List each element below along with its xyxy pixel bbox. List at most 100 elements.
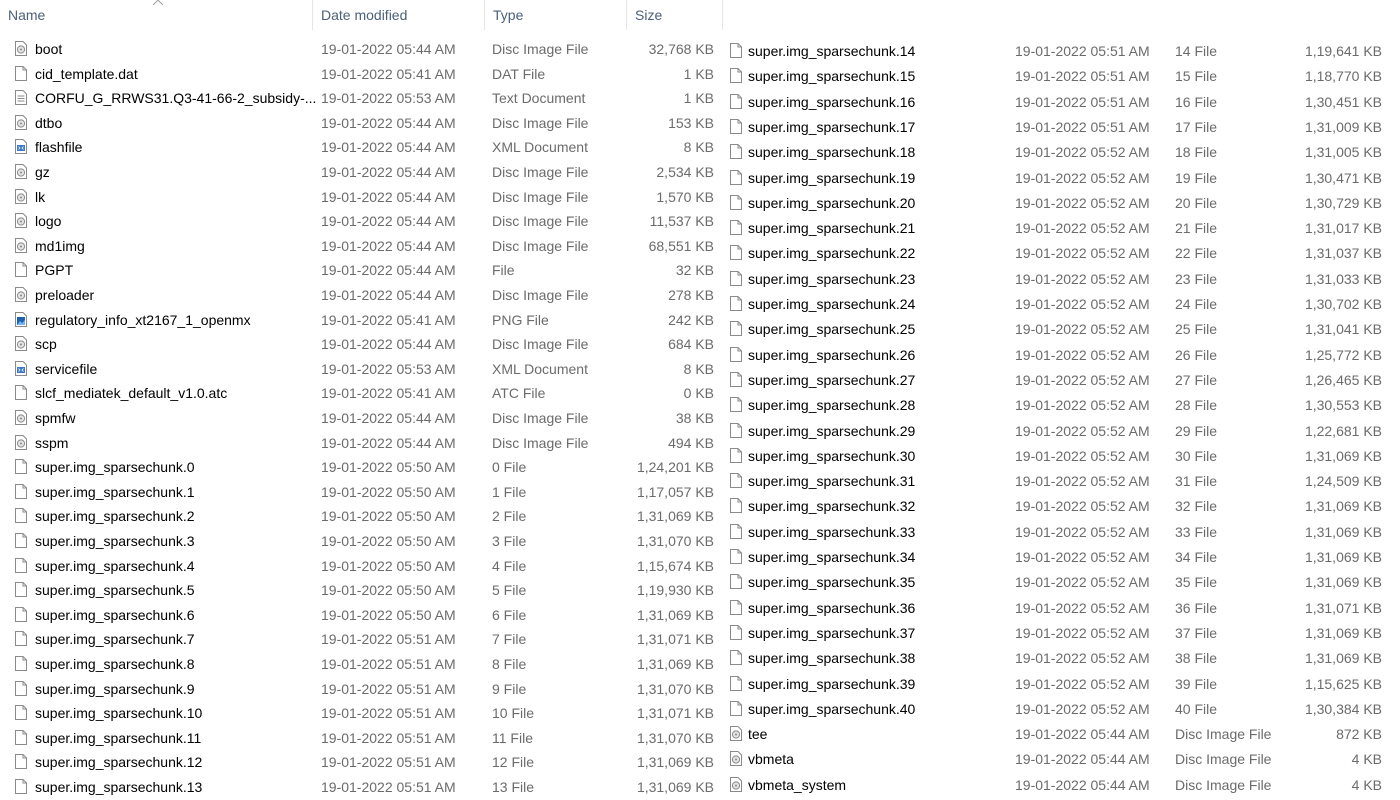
file-size: 1,31,069 KB: [1304, 650, 1382, 667]
file-name: vbmeta_system: [748, 776, 847, 793]
file-size: 1,31,069 KB: [636, 754, 714, 771]
file-row[interactable]: boot 19-01-2022 05:44 AM Disc Image File 32…: [0, 37, 720, 61]
file-row[interactable]: gz 19-01-2022 05:44 AM Disc Image File 2,53…: [0, 160, 720, 184]
file-name: super.img_sparsechunk.14: [748, 43, 916, 59]
file-row[interactable]: preloader 19-01-2022 05:44 AM Disc Image F…: [0, 283, 720, 307]
file-row[interactable]: super.img_sparsechunk.30 19-01-2022 05:52…: [720, 444, 1395, 468]
file-row[interactable]: super.img_sparsechunk.17 19-01-2022 05:51…: [720, 115, 1395, 139]
file-row[interactable]: super.img_sparsechunk.11 19-01-2022 05:51…: [0, 726, 720, 750]
blank-file-icon: [15, 754, 27, 770]
file-date-modified: 19-01-2022 05:52 AM: [1015, 144, 1150, 161]
file-row[interactable]: super.img_sparsechunk.15 19-01-2022 05:51…: [720, 64, 1395, 88]
file-row[interactable]: super.img_sparsechunk.1 19-01-2022 05:50 …: [0, 480, 720, 504]
column-header-date-modified[interactable]: Date modified: [313, 0, 485, 30]
file-date-modified: 19-01-2022 05:50 AM: [321, 533, 456, 549]
file-type: 12 File: [492, 754, 535, 771]
file-row[interactable]: slcf_mediatek_default_v1.0.atc 19-01-2022…: [0, 381, 720, 405]
file-row[interactable]: super.img_sparsechunk.28 19-01-2022 05:52…: [720, 393, 1395, 417]
file-date-modified: 19-01-2022 05:44 AM: [321, 213, 456, 230]
file-name: sspm: [35, 434, 69, 451]
file-row[interactable]: super.img_sparsechunk.8 19-01-2022 05:51 …: [0, 652, 720, 676]
file-row[interactable]: super.img_sparsechunk.36 19-01-2022 05:52…: [720, 596, 1395, 620]
file-type: 13 File: [492, 779, 535, 795]
file-row[interactable]: super.img_sparsechunk.18 19-01-2022 05:52…: [720, 140, 1395, 164]
file-row[interactable]: super.img_sparsechunk.7 19-01-2022 05:51 …: [0, 627, 720, 651]
file-row[interactable]: super.img_sparsechunk.39 19-01-2022 05:52…: [720, 672, 1395, 696]
file-type: 21 File: [1175, 220, 1218, 237]
file-row[interactable]: super.img_sparsechunk.10 19-01-2022 05:51…: [0, 701, 720, 725]
file-row[interactable]: cid_template.dat 19-01-2022 05:41 AM DAT F…: [0, 62, 720, 86]
file-row[interactable]: super.img_sparsechunk.14 19-01-2022 05:51…: [720, 39, 1395, 63]
column-header-type[interactable]: Type: [485, 0, 627, 30]
file-row[interactable]: super.img_sparsechunk.29 19-01-2022 05:52…: [720, 419, 1395, 443]
file-row[interactable]: flashfile 19-01-2022 05:44 AM XML Document…: [0, 135, 720, 159]
file-row[interactable]: super.img_sparsechunk.5 19-01-2022 05:50 …: [0, 578, 720, 602]
file-row[interactable]: super.img_sparsechunk.2 19-01-2022 05:50 …: [0, 504, 720, 528]
file-row[interactable]: super.img_sparsechunk.6 19-01-2022 05:50 …: [0, 603, 720, 627]
column-header-name[interactable]: Name: [0, 0, 313, 30]
file-size: 1,31,005 KB: [1304, 144, 1382, 161]
file-row[interactable]: tee 19-01-2022 05:44 AM Disc Image File 872…: [720, 722, 1395, 746]
disc-image-icon: [15, 188, 27, 204]
file-row[interactable]: regulatory_info_xt2167_1_openmx 19-01-202…: [0, 308, 720, 332]
file-row[interactable]: super.img_sparsechunk.4 19-01-2022 05:50 …: [0, 554, 720, 578]
file-row[interactable]: super.img_sparsechunk.25 19-01-2022 05:52…: [720, 317, 1395, 341]
file-row[interactable]: super.img_sparsechunk.24 19-01-2022 05:52…: [720, 292, 1395, 316]
file-row[interactable]: md1img 19-01-2022 05:44 AM Disc Image File…: [0, 234, 720, 258]
file-row[interactable]: super.img_sparsechunk.37 19-01-2022 05:52…: [720, 621, 1395, 645]
file-row[interactable]: servicefile 19-01-2022 05:53 AM XML Docume…: [0, 357, 720, 381]
file-row[interactable]: super.img_sparsechunk.3 19-01-2022 05:50 …: [0, 529, 720, 553]
file-date-modified: 19-01-2022 05:52 AM: [1015, 549, 1150, 565]
file-row[interactable]: super.img_sparsechunk.19 19-01-2022 05:52…: [720, 166, 1395, 190]
file-row[interactable]: super.img_sparsechunk.26 19-01-2022 05:52…: [720, 343, 1395, 367]
file-row[interactable]: super.img_sparsechunk.34 19-01-2022 05:52…: [720, 545, 1395, 569]
file-row[interactable]: super.img_sparsechunk.40 19-01-2022 05:52…: [720, 697, 1395, 721]
file-row[interactable]: super.img_sparsechunk.16 19-01-2022 05:51…: [720, 90, 1395, 114]
file-row[interactable]: CORFU_G_RRWS31.Q3-41-66-2_subsidy-... 19-…: [0, 86, 720, 110]
file-row[interactable]: super.img_sparsechunk.33 19-01-2022 05:52…: [720, 520, 1395, 544]
column-header-size[interactable]: Size: [627, 0, 723, 30]
file-row[interactable]: super.img_sparsechunk.23 19-01-2022 05:52…: [720, 267, 1395, 291]
disc-image-icon: [15, 287, 27, 302]
disc-image-icon: [730, 751, 742, 767]
column-header-size-label: Size: [635, 7, 663, 23]
file-row[interactable]: super.img_sparsechunk.38 19-01-2022 05:52…: [720, 646, 1395, 670]
file-name: logo: [35, 213, 62, 230]
file-row[interactable]: super.img_sparsechunk.35 19-01-2022 05:52…: [720, 570, 1395, 594]
file-row[interactable]: super.img_sparsechunk.32 19-01-2022 05:52…: [720, 494, 1395, 518]
file-size: 1,30,553 KB: [1304, 397, 1382, 414]
blank-file-icon: [730, 270, 742, 286]
file-row[interactable]: spmfw 19-01-2022 05:44 AM Disc Image File 3…: [0, 406, 720, 430]
file-row[interactable]: super.img_sparsechunk.20 19-01-2022 05:52…: [720, 191, 1395, 215]
file-name: boot: [35, 41, 63, 57]
file-type: Disc Image File: [492, 41, 589, 57]
file-row[interactable]: super.img_sparsechunk.0 19-01-2022 05:50 …: [0, 455, 720, 479]
file-row[interactable]: PGPT 19-01-2022 05:44 AM File 32 KB: [0, 258, 720, 282]
file-row[interactable]: super.img_sparsechunk.21 19-01-2022 05:52…: [720, 216, 1395, 240]
file-row[interactable]: sspm 19-01-2022 05:44 AM Disc Image File 49…: [0, 431, 720, 455]
file-row[interactable]: lk 19-01-2022 05:44 AM Disc Image File 1,57…: [0, 185, 720, 209]
blank-file-icon: [730, 675, 742, 691]
file-row[interactable]: super.img_sparsechunk.22 19-01-2022 05:52…: [720, 241, 1395, 265]
file-row[interactable]: super.img_sparsechunk.9 19-01-2022 05:51 …: [0, 677, 720, 701]
file-type: 10 File: [492, 705, 535, 722]
file-date-modified: 19-01-2022 05:51 AM: [321, 631, 456, 648]
file-row[interactable]: logo 19-01-2022 05:44 AM Disc Image File 11…: [0, 209, 720, 233]
file-size: 1,31,069 KB: [1304, 447, 1382, 464]
file-row[interactable]: vbmeta_system 19-01-2022 05:44 AM Disc Ima…: [720, 773, 1395, 797]
file-size: 1,31,009 KB: [1304, 118, 1382, 135]
xml-document-icon: [15, 360, 27, 376]
file-name: super.img_sparsechunk.12: [35, 754, 203, 771]
file-row[interactable]: super.img_sparsechunk.27 19-01-2022 05:52…: [720, 368, 1395, 392]
file-row[interactable]: scp 19-01-2022 05:44 AM Disc Image File 684…: [0, 332, 720, 356]
file-size: 1,31,033 KB: [1304, 270, 1382, 287]
file-row[interactable]: dtbo 19-01-2022 05:44 AM Disc Image File 15…: [0, 111, 720, 135]
file-type: Disc Image File: [492, 410, 589, 426]
file-row[interactable]: vbmeta 19-01-2022 05:44 AM Disc Image File…: [720, 747, 1395, 771]
file-type: 23 File: [1175, 270, 1218, 287]
file-row[interactable]: super.img_sparsechunk.12 19-01-2022 05:51…: [0, 750, 720, 774]
file-type: DAT File: [492, 65, 546, 82]
file-row[interactable]: super.img_sparsechunk.13 19-01-2022 05:51…: [0, 775, 720, 799]
file-type: 4 File: [492, 557, 527, 574]
file-row[interactable]: super.img_sparsechunk.31 19-01-2022 05:52…: [720, 469, 1395, 493]
